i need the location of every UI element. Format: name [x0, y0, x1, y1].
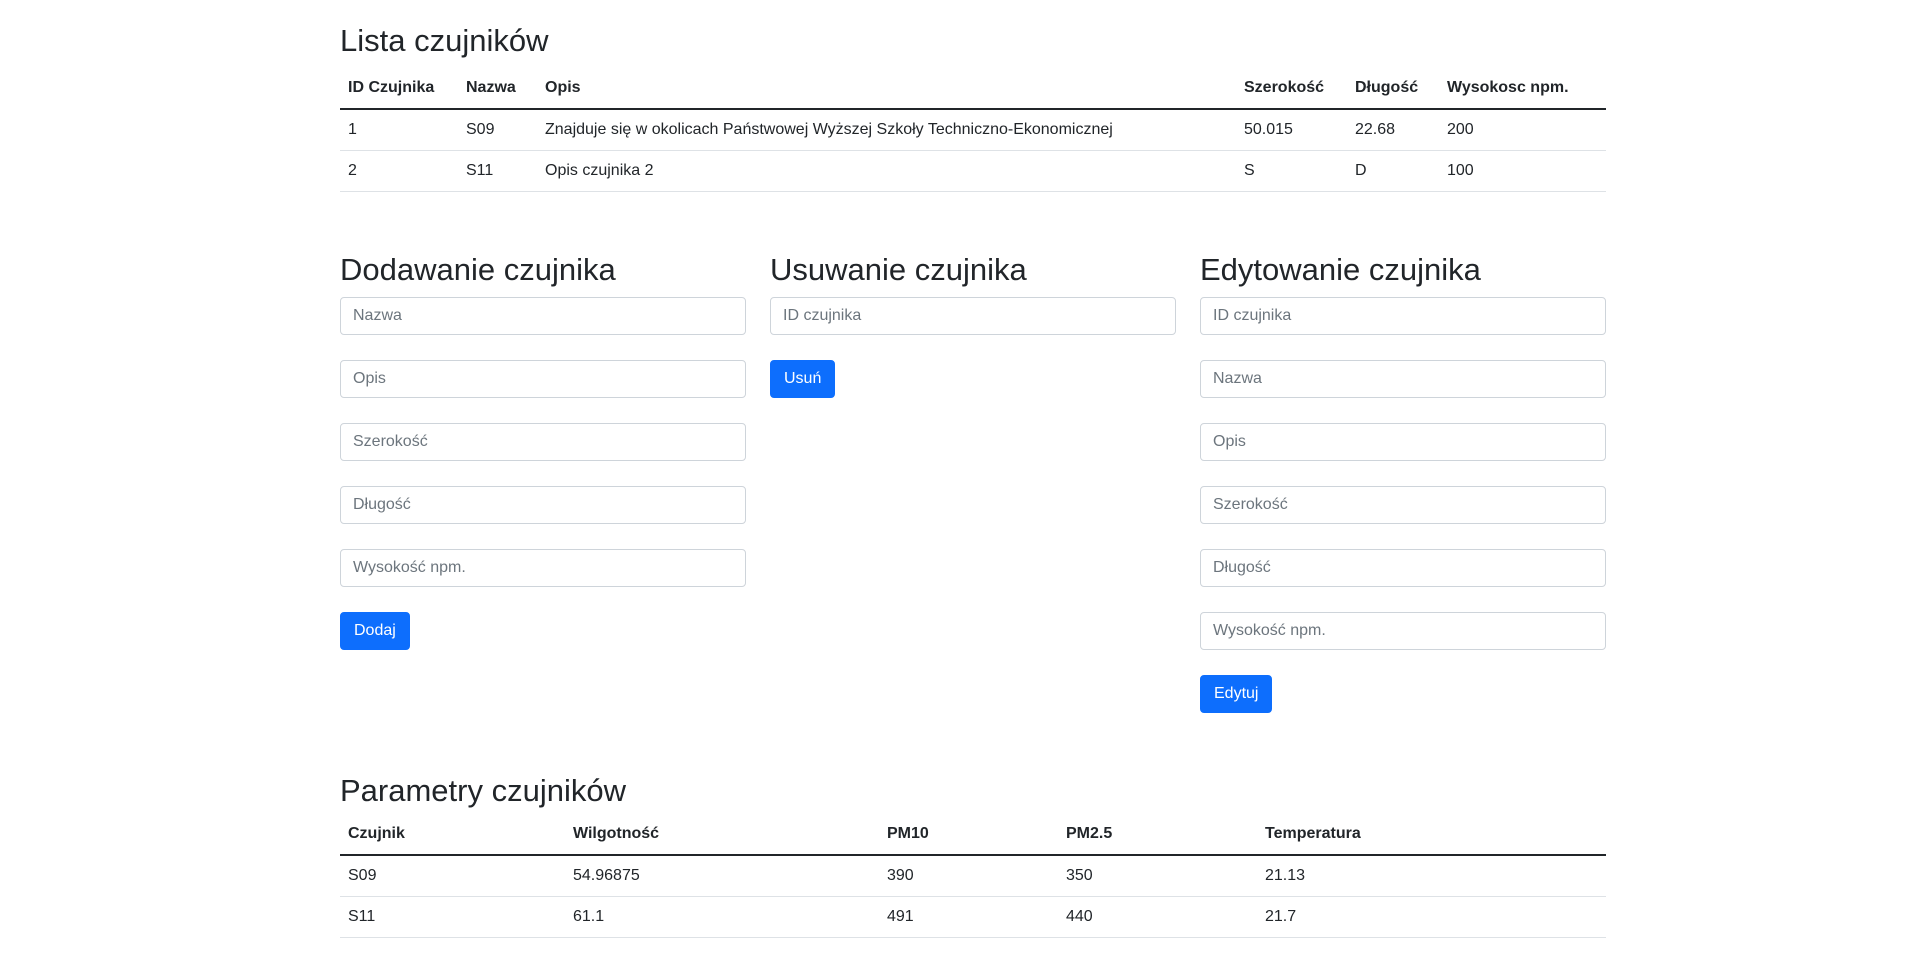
delete-sensor-form: Usuwanie czujnika Usuń	[770, 251, 1176, 713]
add-form-title: Dodawanie czujnika	[340, 252, 616, 287]
cell-humidity: 54.96875	[565, 855, 879, 897]
edit-latitude-input[interactable]	[1200, 486, 1606, 524]
cell-altitude: 100	[1439, 150, 1606, 192]
cell-humidity: 61.1	[565, 896, 879, 938]
cell-id: 2	[340, 150, 458, 192]
edit-form-title: Edytowanie czujnika	[1200, 252, 1481, 287]
cell-pm10: 491	[879, 896, 1058, 938]
add-name-input[interactable]	[340, 297, 746, 335]
table-row: 1 S09 Znajduje się w okolicach Państwowe…	[340, 109, 1606, 151]
edit-id-input[interactable]	[1200, 297, 1606, 335]
cell-description: Opis czujnika 2	[537, 150, 1236, 192]
cell-sensor: S11	[340, 896, 565, 938]
delete-id-input[interactable]	[770, 297, 1176, 335]
add-latitude-input[interactable]	[340, 423, 746, 461]
add-description-input[interactable]	[340, 360, 746, 398]
cell-pm25: 440	[1058, 896, 1257, 938]
column-header: Opis	[537, 68, 1236, 110]
cell-temperature: 21.7	[1257, 896, 1606, 938]
table-row: S11 61.1 491 440 21.7	[340, 896, 1606, 938]
sensors-table-header: ID Czujnika Nazwa Opis Szerokość Długość…	[340, 68, 1606, 110]
cell-sensor: S09	[340, 855, 565, 897]
column-header: Wysokosc npm.	[1439, 68, 1606, 110]
cell-altitude: 200	[1439, 109, 1606, 151]
delete-form-title: Usuwanie czujnika	[770, 252, 1027, 287]
cell-pm25: 350	[1058, 855, 1257, 897]
cell-longitude: 22.68	[1347, 109, 1439, 151]
column-header: Temperatura	[1257, 814, 1606, 856]
sensors-section: Lista czujników ID Czujnika Nazwa Opis S…	[340, 16, 1606, 192]
table-row: 2 S11 Opis czujnika 2 S D 100	[340, 150, 1606, 192]
add-altitude-input[interactable]	[340, 549, 746, 587]
params-table: Czujnik Wilgotność PM10 PM2.5 Temperatur…	[340, 814, 1606, 938]
params-section: Parametry czujników Czujnik Wilgotność P…	[340, 770, 1606, 938]
sensors-list-title: Lista czujników	[340, 23, 549, 58]
column-header: PM10	[879, 814, 1058, 856]
column-header: PM2.5	[1058, 814, 1257, 856]
cell-id: 1	[340, 109, 458, 151]
cell-name: S11	[458, 150, 537, 192]
cell-name: S09	[458, 109, 537, 151]
column-header: Szerokość	[1236, 68, 1347, 110]
edit-sensor-form: Edytowanie czujnika Edytuj	[1200, 251, 1606, 713]
cell-longitude: D	[1347, 150, 1439, 192]
params-list-title: Parametry czujników	[340, 773, 626, 808]
delete-button[interactable]: Usuń	[770, 360, 836, 398]
column-header: Długość	[1347, 68, 1439, 110]
edit-longitude-input[interactable]	[1200, 549, 1606, 587]
add-button[interactable]: Dodaj	[340, 612, 410, 650]
cell-description: Znajduje się w okolicach Państwowej Wyżs…	[537, 109, 1236, 151]
sensors-table: ID Czujnika Nazwa Opis Szerokość Długość…	[340, 68, 1606, 192]
column-header: Wilgotność	[565, 814, 879, 856]
column-header: ID Czujnika	[340, 68, 458, 110]
cell-latitude: 50.015	[1236, 109, 1347, 151]
table-row: S09 54.96875 390 350 21.13	[340, 855, 1606, 897]
edit-altitude-input[interactable]	[1200, 612, 1606, 650]
add-longitude-input[interactable]	[340, 486, 746, 524]
add-sensor-form: Dodawanie czujnika Dodaj	[340, 251, 746, 713]
cell-pm10: 390	[879, 855, 1058, 897]
column-header: Czujnik	[340, 814, 565, 856]
edit-name-input[interactable]	[1200, 360, 1606, 398]
params-table-header: Czujnik Wilgotność PM10 PM2.5 Temperatur…	[340, 814, 1606, 856]
cell-latitude: S	[1236, 150, 1347, 192]
forms-row: Dodawanie czujnika Dodaj Usuwanie czujni…	[340, 251, 1606, 713]
cell-temperature: 21.13	[1257, 855, 1606, 897]
edit-button[interactable]: Edytuj	[1200, 675, 1273, 713]
column-header: Nazwa	[458, 68, 537, 110]
edit-description-input[interactable]	[1200, 423, 1606, 461]
